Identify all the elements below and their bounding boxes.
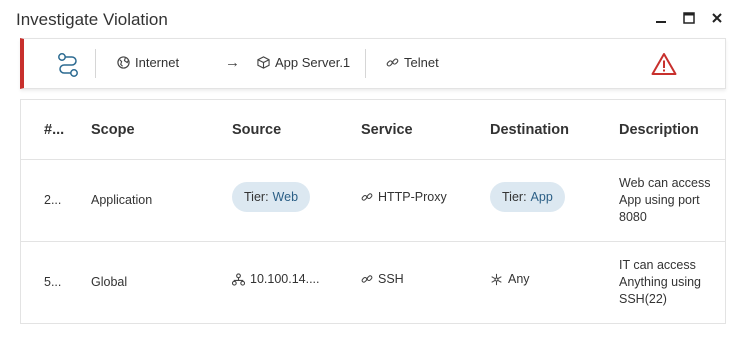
header-scope[interactable]: Scope — [91, 122, 135, 138]
minimize-icon — [656, 21, 666, 23]
description-line: 8080 — [619, 210, 647, 224]
tag-key: Tier: — [244, 190, 269, 204]
table-row[interactable]: 2... Application Tier: Web HTTP-Proxy Ti… — [21, 160, 725, 242]
arrow-right-icon: → — [225, 54, 240, 71]
row-index: 5... — [44, 275, 62, 289]
service-label: SSH — [378, 272, 404, 286]
header-destination[interactable]: Destination — [490, 122, 569, 138]
cube-icon — [257, 56, 270, 69]
row-destination: Any — [490, 272, 530, 286]
row-service: SSH — [361, 272, 404, 286]
source-tag[interactable]: Tier: Web — [232, 182, 311, 212]
separator — [95, 49, 96, 78]
link-icon — [361, 193, 373, 201]
title-bar: Investigate Violation — [0, 0, 740, 38]
path-service: Telnet — [386, 55, 439, 70]
header-description[interactable]: Description — [619, 122, 699, 138]
link-icon — [386, 58, 399, 67]
separator — [365, 49, 366, 78]
tag-value: App — [530, 190, 553, 204]
row-service: HTTP-Proxy — [361, 190, 447, 204]
link-icon — [361, 275, 373, 283]
tag-value: Web — [272, 190, 299, 204]
row-description: IT can access Anything using SSH(22) — [619, 257, 714, 308]
violation-path-bar: Internet → App Server.1 Telnet — [20, 38, 726, 89]
tag-key: Tier: — [502, 190, 527, 204]
row-source: 10.100.14.... — [232, 272, 320, 286]
close-icon — [712, 13, 722, 23]
table-row[interactable]: 5... Global 10.100.14.... SSH Any IT can… — [21, 242, 725, 324]
destination-tag[interactable]: Tier: App — [490, 182, 565, 212]
dialog-title: Investigate Violation — [16, 10, 168, 29]
service-label: HTTP-Proxy — [378, 190, 447, 204]
window-controls — [652, 9, 726, 27]
maximize-button[interactable] — [680, 9, 698, 27]
row-description: Web can access App using port 8080 — [619, 175, 714, 226]
path-destination-label: App Server.1 — [275, 55, 351, 70]
flow-path-icon — [58, 53, 78, 77]
header-source[interactable]: Source — [232, 122, 281, 138]
description-line: IT can access — [619, 258, 696, 272]
rules-table: #... Scope Source Service Destination De… — [20, 99, 726, 324]
maximize-icon — [683, 12, 695, 24]
path-destination: App Server.1 — [257, 55, 350, 70]
warning-icon — [651, 53, 677, 75]
globe-icon — [117, 56, 130, 69]
row-scope: Global — [91, 275, 128, 289]
path-source-label: Internet — [135, 55, 180, 70]
header-index[interactable]: #... — [44, 122, 64, 138]
close-button[interactable] — [708, 9, 726, 27]
destination-label: Any — [508, 272, 530, 286]
description-line: SSH(22) — [619, 292, 667, 306]
source-label: 10.100.14.... — [250, 272, 320, 286]
path-service-label: Telnet — [404, 55, 439, 70]
minimize-button[interactable] — [652, 9, 670, 27]
network-icon — [232, 272, 245, 286]
description-line: App using port — [619, 193, 700, 207]
description-line: Anything using — [619, 275, 702, 289]
description-line: Web can access — [619, 176, 711, 190]
path-source: Internet — [117, 55, 179, 70]
row-scope: Application — [91, 193, 153, 207]
asterisk-any-icon — [491, 273, 502, 285]
table-header: #... Scope Source Service Destination De… — [21, 100, 725, 160]
header-service[interactable]: Service — [361, 122, 413, 138]
row-index: 2... — [44, 193, 62, 207]
